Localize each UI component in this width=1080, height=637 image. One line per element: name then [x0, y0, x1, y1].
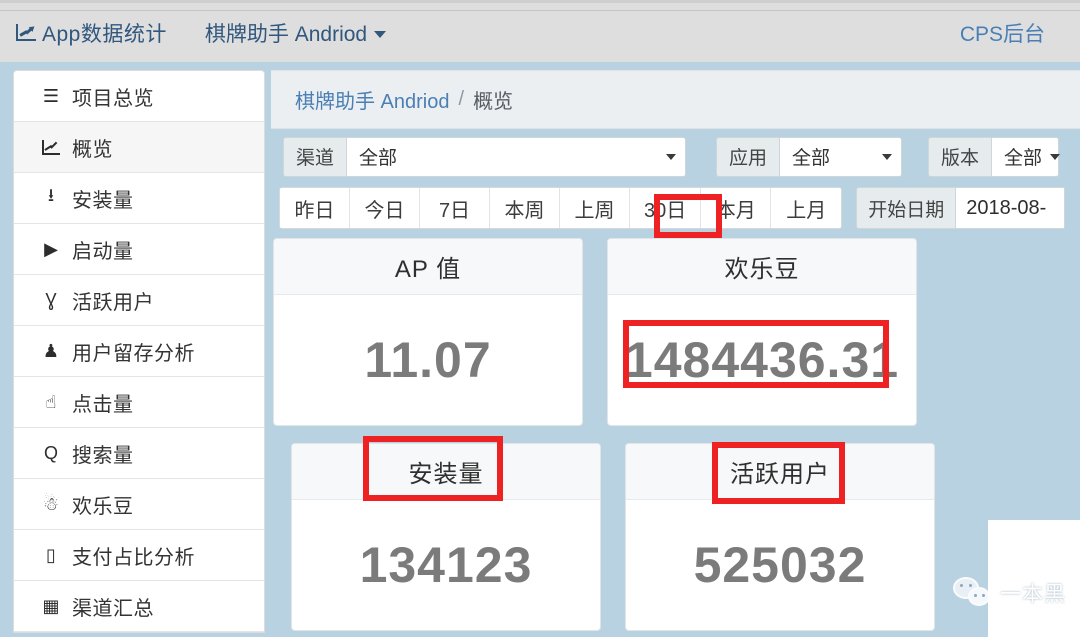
date-tab-1[interactable]: 今日 [350, 188, 420, 228]
chevron-down-icon [882, 153, 893, 160]
start-date-input[interactable]: 2018-08- [955, 187, 1066, 229]
brand[interactable]: App数据统计 [16, 18, 167, 48]
sidebar-item-person[interactable]: Ɣ 活跃用户 [14, 275, 264, 326]
sidebar-item-label: 活跃用户 [72, 291, 154, 314]
stat-card-happy-beans: 欢乐豆 1484436.31 [607, 238, 917, 426]
channel-filter-label: 渠道 [283, 136, 347, 177]
hamburger-menu-icon: ☰ [42, 85, 60, 106]
stat-card-value: 134123 [359, 537, 533, 593]
version-filter-label: 版本 [928, 136, 992, 177]
stat-card-value: 1484436.31 [624, 332, 900, 388]
line-chart-icon [16, 24, 37, 41]
sidebar-item-mobile-phone[interactable]: ▯ 支付占比分析 [14, 530, 264, 581]
sidebar-item-hand-click[interactable]: ☝ 点击量 [14, 377, 264, 428]
stat-card-value: 525032 [693, 537, 867, 593]
sidebar-item-retention-lock[interactable]: ♟ 用户留存分析 [14, 326, 264, 377]
stat-card-ap-value: AP 值 11.07 [273, 238, 583, 426]
sidebar-item-label: 安装量 [72, 189, 134, 212]
sidebar-item-gift[interactable]: ☃ 欢乐豆 [14, 479, 264, 530]
app-filter-label: 应用 [716, 136, 780, 177]
chevron-down-icon [374, 31, 387, 38]
app-select[interactable]: 全部 [779, 136, 903, 177]
sidebar-item-hamburger-menu[interactable]: ☰ 项目总览 [14, 71, 264, 122]
sidebar-item-label: 欢乐豆 [72, 495, 134, 518]
date-range-tabs: 昨日 今日 7日 本周 上周 30日 本月 上月 [279, 187, 843, 229]
breadcrumb-app-link[interactable]: 棋牌助手 Andriod [295, 85, 450, 114]
version-select-value: 全部 [1004, 148, 1043, 169]
date-tab-2[interactable]: 7日 [420, 188, 490, 228]
stat-card-value: 11.07 [364, 332, 492, 388]
chevron-down-icon [1050, 153, 1061, 160]
wechat-logo-icon [953, 577, 993, 609]
sidebar-item-label: 概览 [72, 138, 113, 161]
hand-click-icon: ☝ [45, 391, 57, 412]
date-tab-5[interactable]: 30日 [630, 188, 702, 228]
version-filter: 版本 全部 [928, 136, 1061, 177]
breadcrumb-current: 概览 [473, 91, 514, 113]
stat-card-installs: 安装量 134123 [291, 443, 601, 631]
channel-filter: 渠道 全部 [283, 136, 687, 177]
stat-card-title: 活跃用户 [626, 444, 934, 500]
date-range-bar: 昨日 今日 7日 本周 上周 30日 本月 上月 开始日期 2018-08- [271, 184, 1080, 232]
app-filter: 应用 全部 [716, 136, 903, 177]
date-tab-0[interactable]: 昨日 [280, 188, 350, 228]
start-date-label: 开始日期 [856, 187, 956, 229]
sidebar-item-label: 用户留存分析 [72, 342, 195, 365]
app-switcher[interactable]: 棋牌助手 Andriod [204, 18, 387, 48]
channel-select[interactable]: 全部 [346, 136, 687, 177]
stat-card-title: 欢乐豆 [608, 239, 916, 295]
sidebar: ☰ 项目总览概览 ⭳ 安装量 ▶ 启动量 Ɣ 活跃用户 ♟ 用户留存分析 ☝ 点击量 Q 搜索量 ☃ 欢乐豆 ▯… [13, 70, 265, 633]
date-tab-7[interactable]: 上月 [771, 188, 842, 228]
channel-select-value: 全部 [359, 148, 398, 169]
date-tab-6[interactable]: 本月 [701, 188, 772, 228]
date-tab-4[interactable]: 上周 [560, 188, 630, 228]
date-tab-3[interactable]: 本周 [490, 188, 560, 228]
brand-label: App数据统计 [42, 22, 167, 46]
top-bar: App数据统计 棋牌助手 Andriod CPS后台 [0, 0, 1080, 62]
stat-card-title: 安装量 [292, 444, 600, 500]
watermark: 一本黑 [953, 577, 1066, 609]
play-triangle-icon: ▶ [44, 238, 58, 259]
app-switcher-label: 棋牌助手 Andriod [204, 22, 368, 46]
line-chart-icon [40, 139, 62, 155]
person-icon: Ɣ [45, 289, 57, 310]
sidebar-item-label: 项目总览 [72, 87, 154, 110]
chevron-down-icon [666, 153, 677, 160]
sidebar-item-label: 搜索量 [72, 444, 134, 467]
breadcrumb-separator: / [458, 88, 465, 110]
sidebar-item-play-triangle[interactable]: ▶ 启动量 [14, 224, 264, 275]
watermark-text: 一本黑 [1000, 583, 1066, 606]
app-select-value: 全部 [792, 148, 831, 169]
gift-icon: ☃ [42, 493, 60, 514]
version-select[interactable]: 全部 [991, 136, 1061, 177]
start-date-group: 开始日期 2018-08- [856, 187, 1066, 229]
stat-cards-row-1: AP 值 11.07 欢乐豆 1484436.31 [271, 232, 1080, 426]
stat-card-title: AP 值 [274, 239, 582, 295]
retention-lock-icon: ♟ [42, 340, 60, 361]
sidebar-item-table-grid[interactable]: ▦ 渠道汇总 [14, 581, 264, 632]
download-icon: ⭳ [47, 185, 55, 205]
sidebar-item-label: 点击量 [72, 393, 134, 416]
filter-bar: 渠道 全部 应用 全部 版本 全部 [271, 129, 1080, 184]
breadcrumb: 棋牌助手 Andriod / 概览 [271, 70, 1080, 129]
stat-card-active-users: 活跃用户 525032 [625, 443, 935, 631]
search-icon: Q [43, 442, 58, 463]
sidebar-item-label: 启动量 [72, 240, 134, 263]
sidebar-item-search[interactable]: Q 搜索量 [14, 428, 264, 479]
sidebar-item-download[interactable]: ⭳ 安装量 [14, 173, 264, 224]
cps-backend-link[interactable]: CPS后台 [960, 18, 1045, 48]
sidebar-item-label: 渠道汇总 [72, 597, 154, 620]
sidebar-item-line-chart[interactable]: 概览 [14, 122, 264, 173]
mobile-phone-icon: ▯ [46, 544, 56, 565]
sidebar-item-label: 支付占比分析 [72, 546, 195, 569]
table-grid-icon: ▦ [42, 595, 60, 616]
main-content: 棋牌助手 Andriod / 概览 渠道 全部 应用 全部 版本 全部 昨日 今… [271, 70, 1080, 637]
